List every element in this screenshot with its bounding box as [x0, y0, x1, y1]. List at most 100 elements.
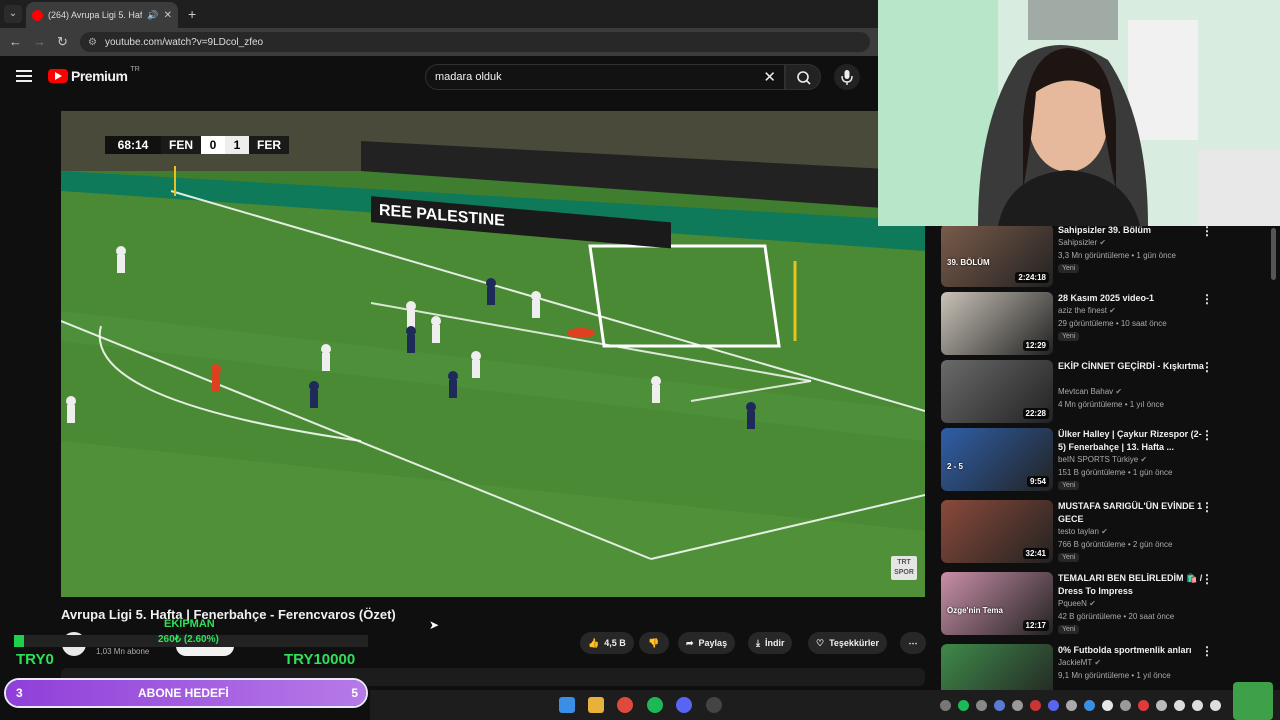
discord-icon[interactable]	[676, 697, 692, 713]
video-thumbnail[interactable]: 2 - 5 9:54	[941, 428, 1053, 491]
video-thumbnail[interactable]: 12:29	[941, 292, 1053, 355]
donation-goal-label: EKİPMAN	[164, 618, 215, 630]
recommended-video[interactable]: Özge'nin Tema 12:17 TEMALARI BEN BELİRLEDİ…	[941, 572, 1261, 637]
tray-app-icon[interactable]	[1012, 700, 1023, 711]
new-tab-icon[interactable]: +	[188, 6, 196, 22]
mouse-cursor-icon: ➤	[429, 618, 440, 632]
webcam-image	[878, 0, 1280, 226]
search-button[interactable]	[785, 64, 821, 90]
recommended-video[interactable]: 2 - 5 9:54 Ülker Halley | Çaykur Rizespor …	[941, 428, 1261, 493]
more-options-icon[interactable]: ⋮	[1201, 292, 1213, 306]
volume-icon[interactable]	[1210, 700, 1221, 711]
donation-amount: 260₺ (2.60%)	[158, 634, 219, 645]
url-text: youtube.com/watch?v=9LDcol_zfeo	[104, 36, 264, 48]
tray-app-icon[interactable]	[1156, 700, 1167, 711]
video-title[interactable]: 0% Futbolda sportmenlik anları	[1058, 644, 1206, 657]
tray-steam-icon[interactable]	[994, 700, 1005, 711]
tray-discord-icon[interactable]	[1048, 700, 1059, 711]
video-meta: 151 B görüntüleme • 1 gün önce	[1058, 468, 1173, 477]
channel-name[interactable]: testo taylan ✔	[1058, 527, 1108, 536]
thanks-button[interactable]: ♡ Teşekkürler	[808, 632, 887, 654]
channel-name[interactable]: beIN SPORTS Türkiye ✔	[1058, 455, 1147, 464]
more-actions-button[interactable]: ⋯	[900, 632, 926, 654]
tray-app-icon[interactable]	[1084, 700, 1095, 711]
menu-icon[interactable]	[16, 70, 32, 82]
tray-app-icon[interactable]	[976, 700, 987, 711]
close-tab-icon[interactable]: ✕	[164, 10, 172, 21]
like-button[interactable]: 👍 4,5 B	[580, 632, 634, 654]
back-icon[interactable]: ←	[9, 34, 22, 49]
recommended-video[interactable]: 12:29 28 Kasım 2025 video-1 aziz the fines…	[941, 292, 1261, 357]
recommended-video[interactable]: 22:28 EKİP CİNNET GEÇİRDİ - Kışkırtma Mevt…	[941, 360, 1261, 425]
channel-name-text: beIN SPORTS Türkiye	[1058, 455, 1139, 464]
verified-icon: ✔	[1101, 527, 1108, 536]
dislike-button[interactable]: 👎	[639, 632, 669, 654]
forward-icon[interactable]: →	[33, 34, 46, 49]
video-title[interactable]: MUSTAFA SARIGÜL'ÜN EVİNDE 1 GECE	[1058, 500, 1206, 526]
channel-name[interactable]: aziz the finest ✔	[1058, 306, 1116, 315]
video-thumbnail[interactable]: 22:28	[941, 360, 1053, 423]
tray-app-icon[interactable]	[1138, 700, 1149, 711]
recommended-video[interactable]: 39. BÖLÜM 2:24:18 Sahipsizler 39. Bölüm Sah…	[941, 224, 1261, 289]
away-team: FER	[249, 136, 289, 154]
download-button[interactable]: ⤓ İndir	[748, 632, 793, 654]
address-bar[interactable]: ⚙ youtube.com/watch?v=9LDcol_zfeo	[80, 32, 870, 52]
tray-chevron-icon[interactable]	[940, 700, 951, 711]
video-thumbnail[interactable]: 39. BÖLÜM 2:24:18	[941, 224, 1053, 287]
donation-max: TRY10000	[284, 651, 356, 668]
more-options-icon[interactable]: ⋮	[1201, 500, 1213, 514]
tab-search-icon[interactable]: ⌄	[4, 5, 22, 23]
site-info-icon[interactable]: ⚙	[88, 37, 97, 48]
recommended-video[interactable]: 32:41 MUSTAFA SARIGÜL'ÜN EVİNDE 1 GECE tes…	[941, 500, 1261, 565]
share-button[interactable]: ➦ Paylaş	[678, 632, 736, 654]
tray-app-icon[interactable]	[1066, 700, 1077, 711]
video-thumbnail[interactable]: 32:41	[941, 500, 1053, 563]
chrome-icon[interactable]	[617, 697, 633, 713]
more-options-icon[interactable]: ⋮	[1201, 428, 1213, 442]
tray-app-icon[interactable]	[1120, 700, 1131, 711]
more-options-icon[interactable]: ⋮	[1201, 224, 1213, 238]
network-icon[interactable]	[1192, 700, 1203, 711]
video-title[interactable]: TEMALARI BEN BELİRLEDİM 🛍️ / Dress To Im…	[1058, 572, 1206, 598]
tray-app-icon[interactable]	[1030, 700, 1041, 711]
speaker-icon[interactable]: 🔊	[147, 10, 158, 21]
more-options-icon[interactable]: ⋮	[1201, 644, 1213, 658]
channel-name[interactable]: PqueeN ✔	[1058, 599, 1096, 608]
thumbnail-text: 2 - 5	[947, 462, 964, 471]
search-query: madara olduk	[435, 71, 502, 83]
voice-search-button[interactable]	[834, 64, 860, 90]
clear-search-icon[interactable]: ✕	[763, 68, 776, 86]
video-title[interactable]: EKİP CİNNET GEÇİRDİ - Kışkırtma	[1058, 360, 1206, 373]
sidebar-scrollbar[interactable]	[1271, 228, 1276, 280]
video-title[interactable]: Ülker Halley | Çaykur Rizespor (2-5) Fen…	[1058, 428, 1206, 454]
obs-icon[interactable]	[706, 697, 722, 713]
channel-name[interactable]: JackieMT ✔	[1058, 658, 1101, 667]
spotify-icon[interactable]	[647, 697, 663, 713]
browser-tab[interactable]: (264) Avrupa Ligi 5. Hafta | Fen 🔊 ✕	[26, 2, 178, 28]
file-explorer-icon[interactable]	[588, 697, 604, 713]
youtube-logo[interactable]: Premium TR	[48, 66, 140, 84]
channel-name-text: JackieMT	[1058, 658, 1093, 667]
video-player[interactable]: REE PALESTINE 68:14 FEN 0 1 FER ✿	[61, 111, 925, 597]
microphone-tray-icon[interactable]	[1174, 700, 1185, 711]
verified-icon: ✔	[1099, 238, 1107, 247]
channel-name[interactable]: Mevtcan Bahav ✔	[1058, 387, 1122, 396]
more-options-icon[interactable]: ⋮	[1201, 360, 1213, 374]
search-input[interactable]: madara olduk ✕	[425, 64, 785, 90]
scorebug: 68:14 FEN 0 1 FER	[105, 136, 289, 154]
video-duration: 22:28	[1022, 408, 1049, 419]
video-meta: 766 B görüntüleme • 2 gün önce	[1058, 540, 1173, 549]
video-title[interactable]: 28 Kasım 2025 video-1	[1058, 292, 1206, 305]
tray-app-icon[interactable]	[1102, 700, 1113, 711]
video-thumbnail[interactable]: Özge'nin Tema 12:17	[941, 572, 1053, 635]
start-menu-icon[interactable]	[559, 697, 575, 713]
goal-current: 3	[16, 686, 23, 700]
search-icon	[797, 71, 811, 85]
video-meta: 9,1 Mn görüntüleme • 1 yıl önce	[1058, 671, 1171, 680]
home-team: FEN	[161, 136, 201, 154]
channel-name[interactable]: Sahipsizler ✔	[1058, 238, 1106, 247]
reload-icon[interactable]: ↻	[57, 34, 68, 50]
more-options-icon[interactable]: ⋮	[1201, 572, 1213, 586]
tray-spotify-icon[interactable]	[958, 700, 969, 711]
video-meta: 3,3 Mn görüntüleme • 1 gün önce	[1058, 251, 1176, 260]
